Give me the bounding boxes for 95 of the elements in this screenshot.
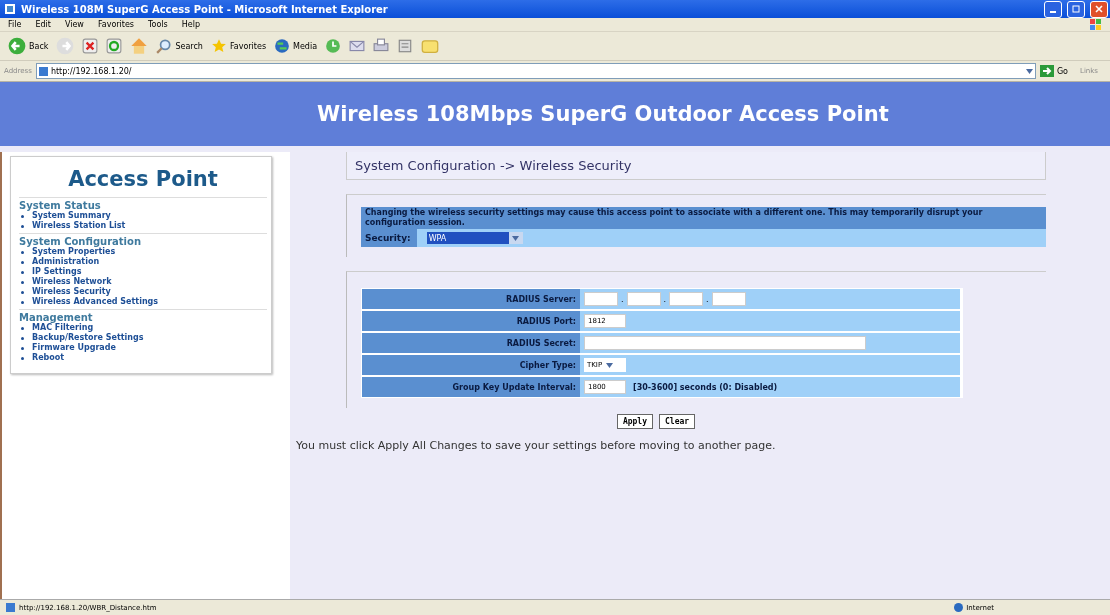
bullet-icon	[21, 281, 24, 284]
toolbar-button[interactable]: Search	[156, 38, 203, 54]
bullet-icon	[21, 337, 24, 340]
toolbar-button[interactable]: Media	[274, 38, 318, 54]
menu-item[interactable]: Help	[181, 20, 200, 29]
ip-dot: .	[663, 294, 667, 304]
printer-icon	[373, 38, 390, 54]
caret-icon	[1025, 68, 1033, 74]
caret-icon	[606, 362, 614, 368]
bullet-icon	[21, 251, 24, 254]
close-icon	[1095, 5, 1103, 13]
ip-dot: .	[706, 294, 709, 304]
bullet-icon	[21, 271, 24, 274]
toolbar-icon-button[interactable]	[421, 37, 440, 55]
windows-logo-icon	[1090, 18, 1102, 31]
breadcrumb: System Configuration -> Wireless Security	[346, 152, 1046, 180]
nav-link[interactable]: Administration	[19, 257, 267, 267]
bullet-icon	[21, 291, 24, 294]
caret-icon	[512, 235, 520, 241]
bullet-icon	[21, 225, 24, 228]
sidebar-title: Access Point	[67, 167, 219, 191]
action-button[interactable]: Clear	[659, 414, 696, 429]
bullet-icon	[21, 261, 24, 264]
menu-item[interactable]: Favorites	[97, 20, 134, 29]
ip-dot: .	[621, 294, 624, 304]
clock-icon	[325, 38, 342, 54]
save-reminder: You must click Apply All Changes to save your settings before moving to another page.	[296, 439, 777, 452]
bullet-icon	[21, 301, 24, 304]
go-button[interactable]: Go	[1039, 65, 1068, 77]
nav-link[interactable]: Wireless Network	[19, 277, 267, 287]
nav-link[interactable]: Reboot	[19, 353, 267, 363]
search-icon	[156, 38, 173, 54]
field-label: RADIUS Server:	[362, 289, 580, 309]
section-heading: System Configuration	[19, 236, 143, 247]
minimize-button[interactable]	[1044, 0, 1062, 18]
menu-item[interactable]: Edit	[35, 20, 51, 29]
toolbar-button[interactable]: Favorites	[210, 38, 267, 54]
menu-item[interactable]: Tools	[148, 20, 168, 29]
page-icon	[6, 603, 15, 612]
nav-link[interactable]: Firmware Upgrade	[19, 343, 267, 353]
bullet-icon	[21, 327, 24, 330]
address-field[interactable]: http://192.168.1.20/	[35, 63, 1036, 79]
restore-icon	[1072, 5, 1080, 13]
toolbar-icon-button[interactable]	[349, 38, 366, 54]
ip-octet-field[interactable]	[711, 292, 746, 306]
input-field[interactable]	[584, 336, 866, 350]
warning-notice: Changing the wireless security settings may cause this access point to associate with a different one. This may temporarily disrupt your configuration session.	[361, 207, 1046, 229]
toolbar-icon-button[interactable]	[397, 38, 414, 54]
window-title: Wireless 108M SuperG Access Point - Microsoft Internet Explorer	[21, 3, 389, 15]
folder-icon	[421, 37, 440, 55]
ip-octet-field[interactable]	[669, 292, 704, 306]
nav-link[interactable]: Wireless Advanced Settings	[19, 297, 267, 307]
arrow-icon	[1039, 65, 1054, 77]
bullet-icon	[21, 347, 24, 350]
ip-octet-field[interactable]	[584, 292, 618, 306]
envelope-icon	[349, 38, 366, 54]
field-label: RADIUS Secret:	[362, 333, 580, 353]
toolbar-icon-button[interactable]	[82, 38, 99, 54]
close-button[interactable]	[1090, 0, 1108, 18]
menu-item[interactable]: View	[64, 20, 84, 29]
browser-icon	[4, 3, 16, 15]
bullet-icon	[21, 215, 24, 218]
ip-octet-field[interactable]	[626, 292, 661, 306]
refresh-icon	[106, 38, 123, 54]
globe-icon	[954, 603, 964, 612]
star-icon	[210, 38, 227, 54]
nav-link[interactable]: System Properties	[19, 247, 267, 257]
bullet-icon	[21, 357, 24, 360]
action-button[interactable]: Apply	[616, 414, 653, 429]
globe-icon	[274, 38, 291, 54]
page-icon	[38, 66, 48, 76]
document-icon	[397, 38, 414, 54]
menu-item[interactable]: File	[8, 20, 22, 29]
home-icon	[130, 37, 149, 55]
toolbar-icon-button[interactable]	[130, 37, 149, 55]
toolbar-icon-button[interactable]	[106, 38, 123, 54]
toolbar-icon-button[interactable]	[325, 38, 342, 54]
field-hint: [30-3600] seconds (0: Disabled)	[633, 382, 778, 392]
nav-link[interactable]: MAC Filtering	[19, 323, 267, 333]
toolbar-icon-button[interactable]	[373, 38, 390, 54]
nav-link[interactable]: Wireless Station List	[19, 221, 267, 231]
toolbar-button[interactable]: Back	[8, 37, 49, 55]
field-label: Cipher Type:	[362, 355, 580, 375]
nav-link[interactable]: Wireless Security	[19, 287, 267, 297]
nav-link[interactable]: IP Settings	[19, 267, 267, 277]
field-label: RADIUS Port:	[362, 311, 580, 331]
stop-icon	[82, 38, 99, 54]
nav-link[interactable]: System Summary	[19, 211, 267, 221]
field-label: Group Key Update Interval:	[362, 377, 580, 397]
section-heading: Management	[19, 312, 94, 323]
section-heading: System Status	[19, 200, 101, 211]
security-label: Security:	[361, 229, 417, 247]
banner-title: Wireless 108Mbps SuperG Outdoor Access Point	[317, 102, 889, 126]
maximize-button[interactable]	[1067, 0, 1085, 18]
nav-link[interactable]: Backup/Restore Settings	[19, 333, 267, 343]
